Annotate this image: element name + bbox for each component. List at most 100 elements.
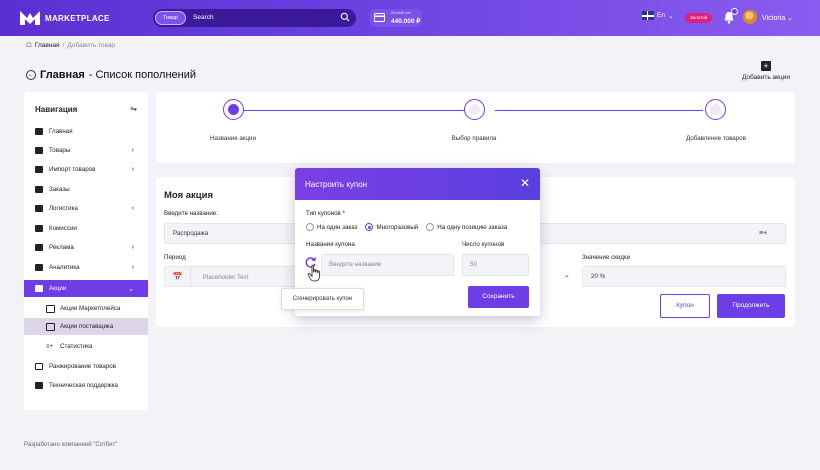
sidebar-subitem-label: Статистика <box>60 343 93 350</box>
sidebar-subitem-marketplace-promos[interactable]: Акции Маркетплейса <box>24 300 148 317</box>
sidebar-item-orders[interactable]: Заказы <box>24 181 148 197</box>
box-icon <box>35 146 43 154</box>
ranking-icon <box>35 362 43 370</box>
notification-dot <box>731 8 738 15</box>
coupon-count-value: 50 <box>470 261 477 268</box>
sidebar-item-logistics[interactable]: Логистика › <box>24 200 148 216</box>
sidebar-subitem-supplier-promos[interactable]: Акции поставщика <box>24 318 148 335</box>
search-bar[interactable]: Товар Search <box>153 9 356 27</box>
sidebar-item-label: Логистика <box>49 204 78 212</box>
stepper: Название акции Выбор правила Добавление … <box>156 92 795 163</box>
chevron-down-icon[interactable]: ⌄ <box>564 271 570 279</box>
user-name: Victoria <box>762 15 786 22</box>
coupon-count-label: Число купонов <box>462 241 505 248</box>
language-code: En <box>657 12 665 19</box>
coupon-count-input[interactable]: 50 <box>462 254 529 276</box>
generate-coupon-tooltip: Сгенерировать купон <box>281 288 364 310</box>
step-3-circle[interactable] <box>705 99 726 120</box>
radio-single-order[interactable]: На один заказ <box>306 223 357 231</box>
discount-value: 20 % <box>591 273 606 280</box>
name-label: Введите название: <box>164 210 218 217</box>
sidebar-subitem-label: Акции Маркетплейса <box>60 305 121 312</box>
step-connector <box>243 110 475 111</box>
sidebar-subitem-statistics[interactable]: ≡+ Статистика <box>24 338 148 355</box>
cart-icon <box>35 185 43 193</box>
search-category-chip[interactable]: Товар <box>155 11 186 25</box>
sidebar-item-label: Аналитика <box>49 263 80 271</box>
sidebar-item-ranking[interactable]: Ранжирование товаров <box>24 358 148 374</box>
sidebar-item-label: Заказы <box>49 185 70 193</box>
coupon-name-input[interactable]: Введите название <box>321 254 454 276</box>
page-title-rest: - Список пополнений <box>88 69 197 81</box>
balance-value: 440.000 ₽ <box>391 18 421 25</box>
sidebar-item-ads[interactable]: Реклама › <box>24 239 148 255</box>
sidebar-item-promotions[interactable]: Акции ⌄ <box>24 280 148 297</box>
sidebar-item-label: Импорт товаров <box>49 165 96 173</box>
sidebar-item-products[interactable]: Товары › <box>24 142 148 158</box>
radio-label: На одну позицию заказа <box>437 223 508 231</box>
modal-title: Настроить купон <box>305 180 368 189</box>
avatar[interactable] <box>743 10 757 24</box>
discount-field[interactable]: 20 % <box>582 266 786 287</box>
step-3-icon <box>710 104 721 115</box>
sidebar-item-label: Техническая поддержка <box>49 381 118 389</box>
sidebar-item-import[interactable]: Импорт товаров › <box>24 161 148 177</box>
breadcrumb-separator: / <box>62 41 65 49</box>
search-icon[interactable] <box>340 12 350 22</box>
continue-button[interactable]: Продолжить <box>717 294 785 318</box>
collapse-icon[interactable]: ⇋ <box>130 104 137 113</box>
footer-text: Разработано компанией "Сотбит" <box>24 442 118 448</box>
chart-icon <box>35 263 43 271</box>
status-badge: Золотой <box>685 13 713 23</box>
step-2-icon <box>469 104 480 115</box>
coupon-button[interactable]: Купон <box>660 294 710 318</box>
page-title: ← Главная - Список пополнений <box>26 69 196 81</box>
radio-single-item[interactable]: На одну позицию заказа <box>426 223 507 231</box>
logistics-icon <box>35 204 43 212</box>
period-label: Период <box>164 254 186 261</box>
page-title-bold: Главная <box>40 69 85 81</box>
period-field[interactable]: 📅 Placeholder Text <box>164 266 297 287</box>
home-icon <box>35 127 43 135</box>
home-icon[interactable]: ☖ <box>26 41 32 49</box>
modal-header: Настроить купон ✕ <box>295 168 540 200</box>
user-menu[interactable]: Victoria ⌄ <box>762 14 793 22</box>
radio-circle <box>426 223 435 231</box>
hand-cursor-icon <box>307 264 320 282</box>
chevron-down-icon: ⌄ <box>128 285 134 293</box>
gift-icon <box>35 285 43 292</box>
breadcrumb-home[interactable]: Главная <box>35 42 60 49</box>
search-input[interactable]: Search <box>193 14 214 21</box>
breadcrumb-current: Добавить товар <box>67 41 116 49</box>
sidebar-title: Навигация <box>35 105 78 114</box>
logo[interactable]: MARKETPLACE <box>20 11 110 25</box>
import-icon <box>35 165 43 173</box>
coupon-type-label: Тип купонов * <box>306 210 345 217</box>
uk-flag-icon <box>642 11 654 20</box>
language-selector[interactable]: En ⌄ <box>642 11 673 20</box>
back-icon[interactable]: ← <box>26 70 36 80</box>
sidebar-item-label: Ранжирование товаров <box>49 362 116 370</box>
coupon-name-placeholder: Введите название <box>329 261 382 268</box>
sidebar-subitem-label: Акции поставщика <box>60 323 114 330</box>
add-action-button[interactable]: + Добавить акции <box>742 61 790 81</box>
step-1-circle[interactable] <box>223 99 244 120</box>
save-button[interactable]: Сохранить <box>468 286 529 308</box>
period-placeholder: Placeholder Text <box>202 274 249 281</box>
top-header: MARKETPLACE Товар Search Личный счет 440… <box>0 0 820 36</box>
chevron-down-icon: ⌄ <box>667 12 674 20</box>
radio-reusable[interactable]: Многоразовый <box>365 223 418 231</box>
cart-icon <box>35 243 43 251</box>
sidebar-item-commissions[interactable]: Комиссии <box>24 220 148 236</box>
close-icon[interactable]: ✕ <box>520 176 530 190</box>
radio-circle <box>306 223 314 231</box>
sidebar-item-analytics[interactable]: Аналитика › <box>24 259 148 275</box>
step-2-circle[interactable] <box>464 99 485 120</box>
list-add-icon: ≡+ <box>46 343 54 350</box>
sidebar-item-support[interactable]: Техническая поддержка <box>24 377 148 393</box>
calendar-icon[interactable]: 📅 <box>165 267 191 286</box>
sidebar-item-home[interactable]: Главная <box>24 123 148 139</box>
step-2-label: Выбор правила <box>451 135 497 142</box>
list-add-icon[interactable]: ≡+ <box>759 230 767 237</box>
balance-widget[interactable]: Личный счет 440.000 ₽ <box>370 9 422 27</box>
